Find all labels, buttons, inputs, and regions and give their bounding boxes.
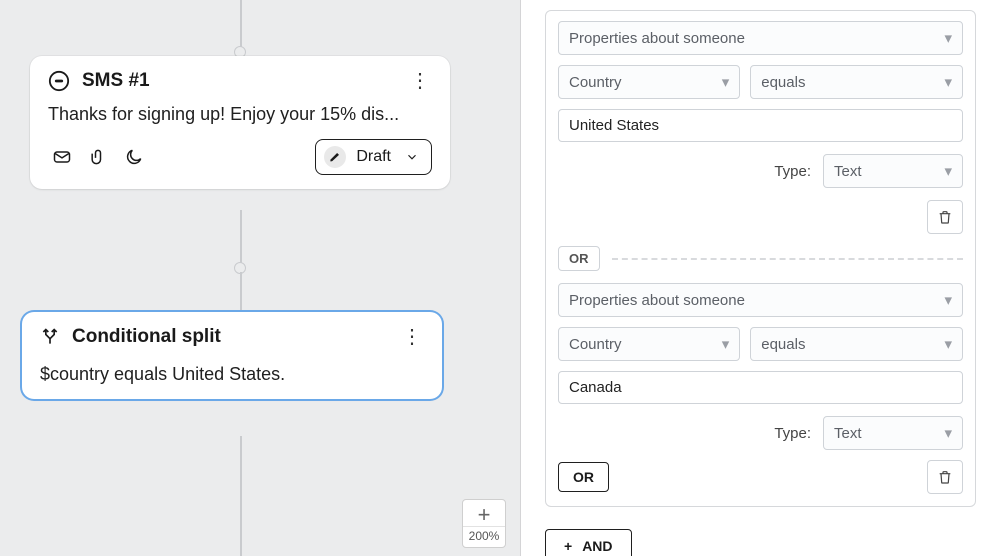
card-menu-button[interactable]: ⋮: [400, 327, 424, 347]
pencil-icon: [324, 146, 346, 168]
or-separator: OR: [558, 246, 963, 271]
condition-editor-panel: Properties about someone ▾ Country ▾ equ…: [520, 0, 1000, 556]
type-select[interactable]: Text ▾: [823, 154, 963, 188]
trash-icon: [937, 469, 953, 485]
select-value: equals: [761, 336, 805, 353]
zoom-control: + 200%: [462, 499, 506, 548]
status-label: Draft: [356, 148, 391, 166]
caret-down-icon: ▾: [944, 29, 952, 47]
sms-card[interactable]: SMS #1 ⋮ Thanks for signing up! Enjoy yo…: [30, 56, 450, 189]
chevron-down-icon: [405, 150, 419, 164]
condition-group: Properties about someone ▾ Country ▾ equ…: [545, 10, 976, 507]
source-select[interactable]: Properties about someone ▾: [558, 283, 963, 317]
caret-down-icon: ▾: [944, 335, 952, 353]
zoom-value: 200%: [463, 526, 505, 547]
select-value: equals: [761, 74, 805, 91]
trash-icon: [937, 209, 953, 225]
type-label: Type:: [774, 425, 811, 442]
operator-select[interactable]: equals ▾: [750, 327, 963, 361]
operator-select[interactable]: equals ▾: [750, 65, 963, 99]
caret-down-icon: ▾: [944, 291, 952, 309]
add-or-button[interactable]: OR: [558, 462, 609, 492]
card-body: Thanks for signing up! Enjoy your 15% di…: [48, 104, 432, 125]
status-dropdown[interactable]: Draft: [315, 139, 432, 175]
select-value: Text: [834, 425, 862, 442]
card-title: SMS #1: [82, 70, 408, 92]
plus-icon: +: [564, 538, 572, 554]
field-select[interactable]: Country ▾: [558, 327, 740, 361]
zoom-in-button[interactable]: +: [463, 500, 505, 526]
value-input[interactable]: United States: [558, 109, 963, 142]
field-select[interactable]: Country ▾: [558, 65, 740, 99]
connector-line: [240, 436, 242, 556]
card-body: $country equals United States.: [40, 364, 424, 385]
select-value: Properties about someone: [569, 292, 745, 309]
value-input[interactable]: Canada: [558, 371, 963, 404]
select-value: Country: [569, 74, 622, 91]
add-and-button[interactable]: + AND: [545, 529, 632, 556]
sms-attributes: [48, 143, 148, 171]
sms-icon: [48, 70, 70, 92]
moon-icon: [120, 143, 148, 171]
caret-down-icon: ▾: [944, 424, 952, 442]
type-select[interactable]: Text ▾: [823, 416, 963, 450]
card-menu-button[interactable]: ⋮: [408, 71, 432, 91]
connector-line: [240, 272, 242, 312]
attachment-icon: [84, 143, 112, 171]
caret-down-icon: ▾: [944, 73, 952, 91]
delete-condition-button[interactable]: [927, 200, 963, 234]
envelope-icon: [48, 143, 76, 171]
caret-down-icon: ▾: [722, 335, 730, 353]
caret-down-icon: ▾: [944, 162, 952, 180]
split-icon: [40, 327, 60, 347]
card-title: Conditional split: [72, 326, 400, 348]
type-label: Type:: [774, 163, 811, 180]
connector-line: [240, 210, 242, 265]
flow-canvas[interactable]: SMS #1 ⋮ Thanks for signing up! Enjoy yo…: [0, 0, 520, 556]
select-value: Properties about someone: [569, 30, 745, 47]
conditional-split-card[interactable]: Conditional split ⋮ $country equals Unit…: [22, 312, 442, 399]
source-select[interactable]: Properties about someone ▾: [558, 21, 963, 55]
connector-line: [240, 0, 242, 50]
select-value: Country: [569, 336, 622, 353]
separator-line: [612, 258, 964, 260]
delete-condition-button[interactable]: [927, 460, 963, 494]
or-badge: OR: [558, 246, 600, 271]
caret-down-icon: ▾: [722, 73, 730, 91]
select-value: Text: [834, 163, 862, 180]
